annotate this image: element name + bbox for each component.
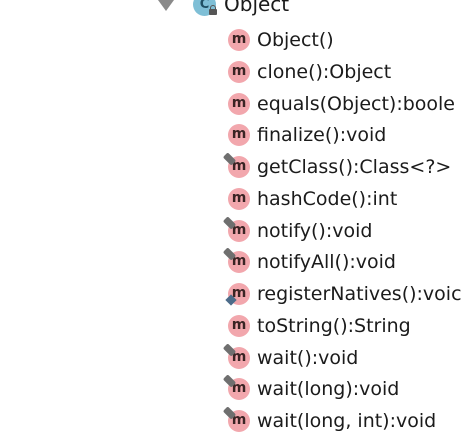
- method-icon: m: [228, 187, 250, 210]
- method-row[interactable]: m finalize():void: [226, 120, 474, 150]
- method-label: finalize():void: [257, 124, 387, 147]
- method-row[interactable]: m hashCode():int: [226, 184, 474, 214]
- method-label: hashCode():int: [257, 187, 398, 210]
- method-row[interactable]: m Object(): [226, 25, 474, 55]
- method-label: Object(): [257, 29, 334, 51]
- method-icon: m: [228, 29, 250, 51]
- method-label: toString():String: [257, 314, 411, 337]
- method-row[interactable]: m toString():String: [226, 311, 474, 341]
- method-label: clone():Object: [257, 60, 392, 83]
- method-row[interactable]: m registerNatives():voic: [225, 279, 474, 309]
- method-row[interactable]: m equals(Object):boole: [226, 89, 474, 119]
- method-icon: m: [228, 60, 250, 83]
- method-label: wait(long, int):void: [257, 410, 437, 432]
- method-row[interactable]: m notify():void: [222, 215, 474, 246]
- method-label: getClass():Class<?>: [257, 156, 452, 178]
- method-row[interactable]: m getClass():Class<?>: [222, 152, 474, 182]
- method-label: notifyAll():void: [257, 251, 396, 274]
- method-row[interactable]: m wait(long):void: [222, 374, 474, 404]
- method-row[interactable]: m wait(long, int):void: [222, 406, 474, 436]
- method-row[interactable]: m wait():void: [222, 342, 474, 373]
- method-label: notify():void: [257, 219, 373, 242]
- method-label: wait(long):void: [257, 378, 400, 401]
- method-list: m Object() m clone():Object m equals(Object):…: [0, 0, 474, 440]
- method-label: registerNatives():voic: [257, 283, 462, 305]
- method-icon: m: [228, 92, 250, 115]
- structure-tree: C Object m Object() m clone():Object m equals…: [0, 0, 474, 440]
- method-icon: m: [228, 314, 250, 337]
- method-row[interactable]: m clone():Object: [226, 57, 474, 87]
- method-label: wait():void: [257, 346, 359, 369]
- method-icon: m: [228, 124, 250, 147]
- method-label: equals(Object):boole: [257, 92, 455, 115]
- method-row[interactable]: m notifyAll():void: [222, 247, 474, 277]
